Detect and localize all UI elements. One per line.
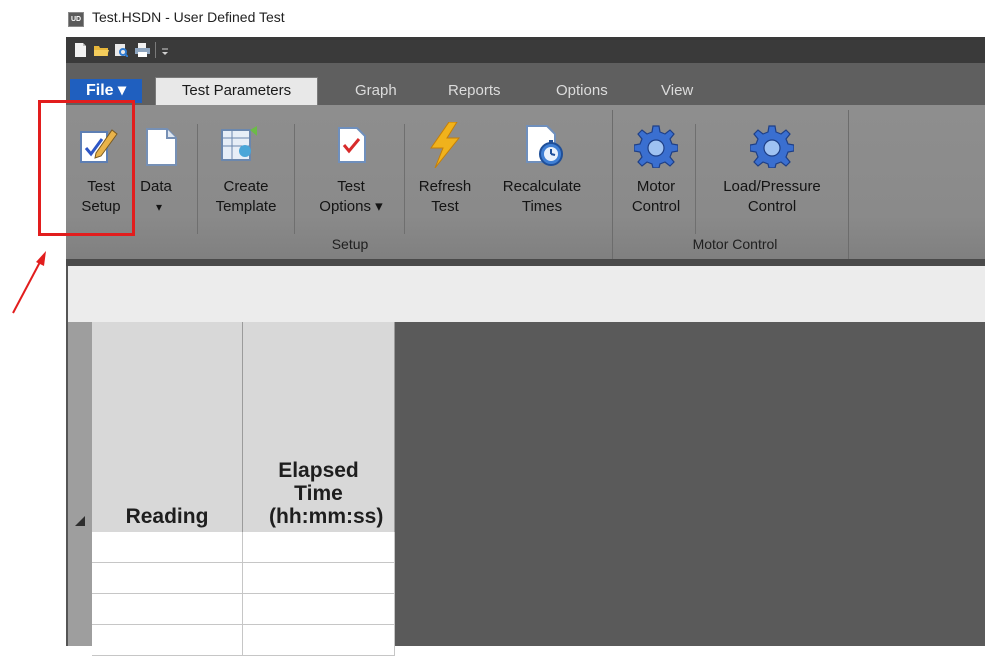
data-document-icon[interactable] — [143, 127, 183, 167]
refresh-test-label-2[interactable]: Test — [410, 197, 480, 217]
customize-toolbar-icon[interactable] — [160, 43, 173, 57]
tab-reports[interactable]: Reports — [448, 82, 501, 99]
stopwatch-document-icon[interactable] — [523, 124, 567, 170]
dark-panel — [395, 322, 985, 646]
column-header-elapsed-time[interactable]: Elapsed Time (hh:mm:ss) — [243, 322, 395, 532]
load-pressure-control-label-1[interactable]: Load/Pressure — [702, 177, 842, 197]
motor-control-label-2[interactable]: Control — [622, 197, 690, 217]
recalculate-times-label-1[interactable]: Recalculate — [482, 177, 602, 197]
app-logo-icon: UD — [68, 12, 84, 27]
open-folder-icon[interactable] — [94, 43, 109, 57]
table-row[interactable] — [92, 625, 395, 656]
group-separator — [612, 110, 613, 260]
test-options-label-1[interactable]: Test — [312, 177, 390, 197]
test-options-icon[interactable] — [335, 126, 375, 166]
column-header-label: Reading — [125, 505, 209, 528]
column-header-reading[interactable]: Reading — [92, 322, 243, 532]
table-row[interactable] — [92, 563, 395, 594]
tab-options[interactable]: Options — [556, 82, 608, 99]
table-cell[interactable] — [243, 594, 395, 625]
new-file-icon[interactable] — [74, 43, 87, 57]
data-label[interactable]: Data — [135, 177, 177, 197]
test-options-label-2[interactable]: Options ▾ — [304, 197, 398, 217]
tab-view[interactable]: View — [661, 82, 693, 99]
create-template-icon[interactable] — [220, 126, 260, 166]
table-row[interactable] — [92, 594, 395, 625]
ribbon-separator — [695, 124, 696, 234]
lightning-icon[interactable] — [425, 121, 465, 169]
grid-select-all-corner[interactable] — [75, 516, 85, 526]
data-dropdown-icon[interactable]: ▾ — [145, 197, 173, 217]
gear-icon[interactable] — [633, 124, 679, 169]
qat-separator — [155, 42, 156, 58]
window-title: Test.HSDN - User Defined Test — [92, 9, 285, 25]
load-pressure-control-label-2[interactable]: Control — [702, 197, 842, 217]
table-cell[interactable] — [243, 563, 395, 594]
table-cell[interactable] — [92, 532, 243, 563]
table-cell[interactable] — [92, 594, 243, 625]
content-toolstrip — [66, 266, 985, 322]
grid-row-header-strip — [66, 322, 92, 646]
annotation-arrow — [12, 251, 46, 314]
table-cell[interactable] — [92, 563, 243, 594]
print-preview-icon[interactable] — [114, 43, 129, 58]
table-cell[interactable] — [243, 625, 395, 656]
refresh-test-label-1[interactable]: Refresh — [410, 177, 480, 197]
group-label-motor-control: Motor Control — [692, 236, 778, 252]
table-cell[interactable] — [92, 625, 243, 656]
recalculate-times-label-2[interactable]: Times — [482, 197, 602, 217]
ribbon-tab-bar: File ▾ Test Parameters Graph Reports Opt… — [66, 63, 985, 105]
table-cell[interactable] — [243, 532, 395, 563]
table-row[interactable] — [92, 532, 395, 563]
tab-graph[interactable]: Graph — [355, 82, 397, 99]
column-header-label: Elapsed Time (hh:mm:ss) — [269, 459, 384, 528]
ribbon-separator — [197, 124, 198, 234]
group-label-setup: Setup — [331, 236, 369, 252]
gear-icon[interactable] — [749, 124, 795, 169]
group-separator — [848, 110, 849, 260]
ribbon-separator — [404, 124, 405, 234]
quick-access-toolbar — [66, 37, 985, 63]
tab-test-parameters[interactable]: Test Parameters — [155, 77, 318, 105]
create-template-label-2[interactable]: Template — [205, 197, 287, 217]
ribbon-bottom-border — [66, 259, 985, 266]
motor-control-label-1[interactable]: Motor — [622, 177, 690, 197]
create-template-label-1[interactable]: Create — [205, 177, 287, 197]
highlight-box — [38, 100, 135, 236]
print-icon[interactable] — [135, 43, 150, 57]
ribbon-separator — [294, 124, 295, 234]
